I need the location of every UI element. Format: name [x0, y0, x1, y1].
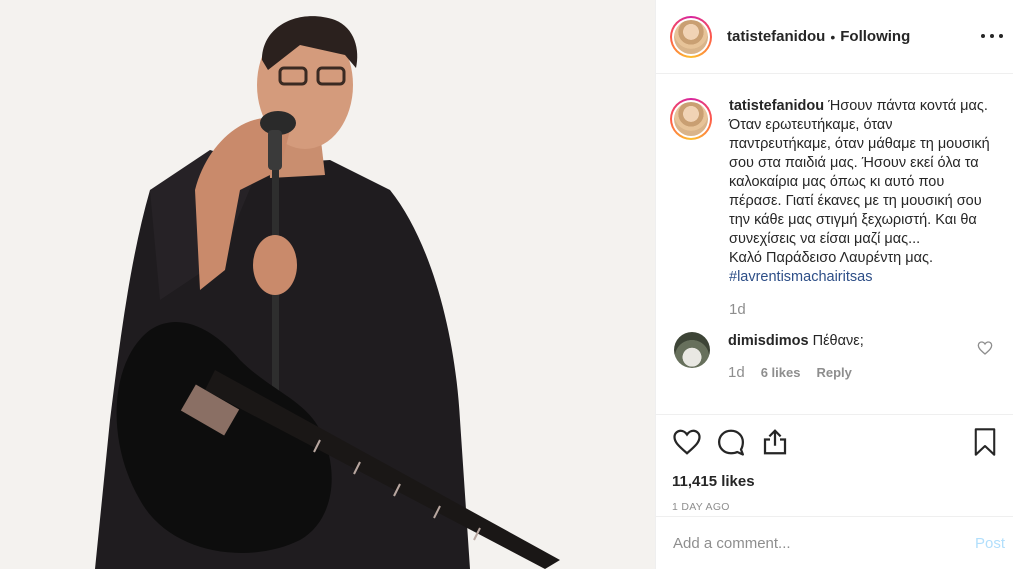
commenter-avatar[interactable] — [674, 332, 710, 368]
author-avatar[interactable] — [670, 15, 712, 58]
comment-like-heart-icon[interactable] — [977, 340, 993, 356]
comment-bubble-icon[interactable] — [716, 427, 746, 457]
author-username[interactable]: tatistefanidou — [727, 28, 825, 45]
post-header: tatistefanidou • Following — [656, 0, 1013, 74]
add-comment-input[interactable] — [673, 517, 975, 569]
post-photo[interactable] — [0, 0, 655, 569]
post-side-panel: tatistefanidou • Following tatistefanido… — [655, 0, 1013, 569]
post-caption: tatistefanidou Ήσουν πάντα κοντά μας. Ότ… — [670, 97, 997, 319]
likes-count[interactable]: 11,415 likes — [672, 473, 997, 490]
comment-item: dimisdimos Πέθανε; 1d 6 likes Reply — [670, 332, 997, 382]
caption-username[interactable]: tatistefanidou — [729, 98, 824, 114]
comment-likes[interactable]: 6 likes — [761, 363, 801, 382]
caption-author-avatar[interactable] — [670, 98, 712, 140]
bookmark-save-icon[interactable] — [971, 427, 999, 457]
concert-photo-illustration — [0, 0, 655, 569]
post-comment-button[interactable]: Post — [975, 535, 1005, 552]
caption-hashtag[interactable]: #lavrentismachairitsas — [729, 269, 872, 285]
more-options-icon[interactable] — [981, 26, 1003, 46]
caption-text-line-2: Καλό Παράδεισο Λαυρέντη μας. — [729, 250, 934, 266]
comments-list[interactable]: tatistefanidou Ήσουν πάντα κοντά μας. Ότ… — [656, 75, 1013, 414]
caption-text: Ήσουν πάντα κοντά μας. Όταν ερωτευτήκαμε… — [729, 98, 990, 247]
post-date[interactable]: 1 DAY AGO — [672, 501, 997, 513]
caption-timestamp[interactable]: 1d — [729, 300, 991, 319]
post-actions: 11,415 likes 1 DAY AGO — [656, 414, 1013, 516]
like-heart-icon[interactable] — [672, 427, 702, 457]
share-icon[interactable] — [760, 427, 790, 457]
add-comment-bar: Post — [656, 516, 1013, 569]
comment-text: Πέθανε; — [812, 333, 864, 349]
comment-timestamp[interactable]: 1d — [728, 363, 745, 382]
comment-username[interactable]: dimisdimos — [728, 333, 809, 349]
header-separator: • — [830, 28, 836, 45]
comment-reply-button[interactable]: Reply — [816, 363, 851, 382]
following-button[interactable]: Following — [840, 28, 910, 45]
